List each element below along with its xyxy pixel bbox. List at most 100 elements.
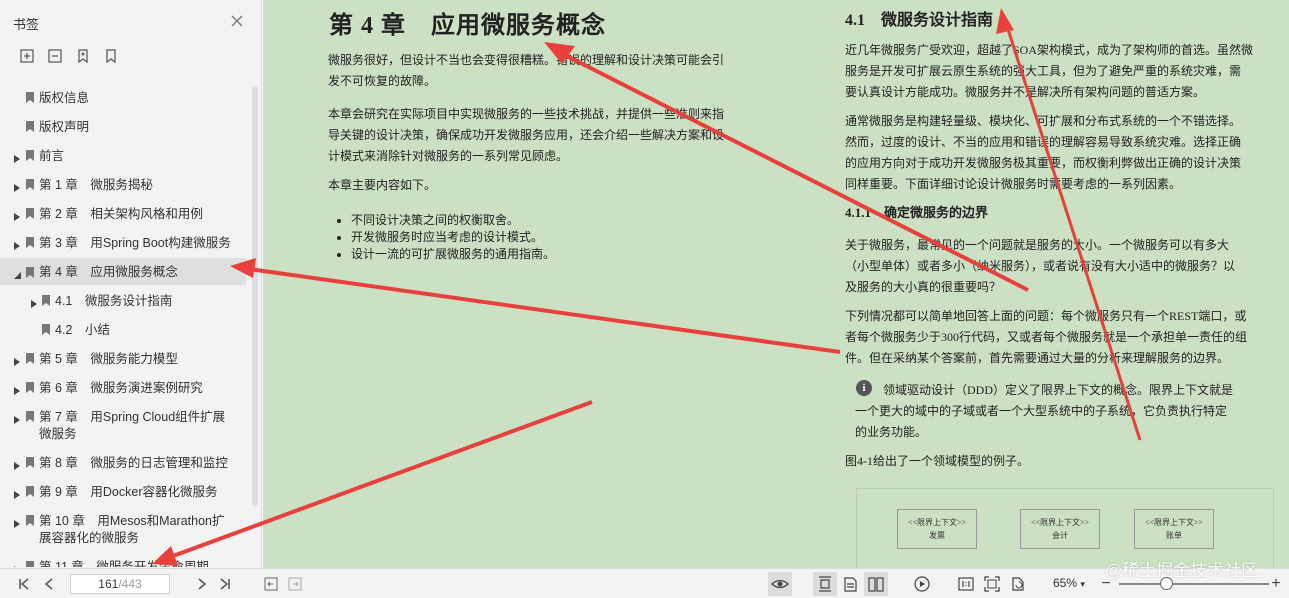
expand-arrow-icon[interactable] [31, 296, 37, 308]
back-icon[interactable] [262, 575, 280, 593]
prev-page-icon[interactable] [40, 575, 58, 593]
bookmark-panel: 书签 版权信息 版权声明 前言 第 1 章 微服务揭秘 第 2 章 相关架构风格… [0, 0, 262, 568]
expand-arrow-icon[interactable] [14, 209, 20, 221]
note-paragraph: 领域驱动设计（DDD）定义了限界上下文的概念。限界上下文就是 一个更大的域中的子… [855, 380, 1233, 443]
bullet-item: 设计一流的可扩展微服务的通用指南。 [351, 246, 555, 263]
bookmark-item[interactable]: 版权信息 [0, 88, 246, 109]
bookmark-item[interactable]: 第 11 章 微服务开发生命周期 [0, 557, 246, 567]
context-stereotype: <<限界上下文>> [907, 518, 967, 527]
rotate-icon[interactable] [1009, 575, 1027, 593]
context-name: 账单 [1166, 531, 1182, 540]
bookmark-item[interactable]: 第 6 章 微服务演进案例研究 [0, 378, 246, 399]
bookmark-label: 4.2 小结 [55, 323, 110, 337]
two-page-icon[interactable] [864, 572, 888, 596]
text-line: 一个更大的域中的子域或者一个大型系统中的子系统，它负责执行特定 [855, 404, 1228, 418]
expand-arrow-icon[interactable] [14, 180, 20, 192]
close-icon[interactable] [229, 13, 245, 29]
add-bookmark-icon[interactable] [74, 47, 92, 65]
bookmark-label: 版权信息 [39, 91, 90, 105]
bookmark-label: 版权声明 [39, 120, 90, 134]
text-line: 服务是开发可扩展云原生系统的强大工具，但为了避免严重的系统灾难，需 [845, 64, 1242, 78]
bookmark-item[interactable]: 第 10 章 用Mesos和Marathon扩 展容器化的微服务 [0, 511, 246, 549]
bookmark-item[interactable]: 第 3 章 用Spring Boot构建微服务 [0, 233, 246, 254]
bookmark-icon [26, 207, 34, 219]
text-line: 件。但在采纳某个答案前，首先需要通过大量的分析来理解服务的边界。 [845, 351, 1230, 365]
context-stereotype: <<限界上下文>> [1144, 518, 1204, 527]
bookmark-icon [26, 178, 34, 190]
bookmark-item[interactable]: 4.2 小结 [0, 320, 246, 341]
fit-page-icon[interactable] [983, 575, 1001, 593]
current-page: 161 [98, 577, 119, 591]
expand-arrow-icon[interactable] [14, 487, 20, 499]
text-line: （小型单体）或者多小（纳米服务），或者说有没有大小适中的微服务？以 [845, 259, 1236, 273]
next-page-icon[interactable] [193, 575, 211, 593]
bookmark-item[interactable]: 前言 [0, 146, 246, 167]
paragraph: 近几年微服务广受欢迎，超越了SOA架构模式，成为了架构师的首选。虽然微 服务是开… [845, 40, 1253, 103]
expand-arrow-icon[interactable] [14, 383, 20, 395]
bookmark-label: 前言 [39, 149, 65, 163]
expand-arrow-icon[interactable] [14, 562, 20, 567]
bookmark-icon [26, 236, 34, 248]
expand-arrow-icon[interactable] [14, 151, 20, 163]
text-line: 发不可恢复的故障。 [328, 74, 437, 88]
bookmark-label: 第 10 章 用Mesos和Marathon扩 [39, 514, 225, 528]
paragraph: 本章会研究在实际项目中实现微服务的一些技术挑战，并提供一些准则来指 导关键的设计… [328, 104, 724, 167]
text-line: 要认真设计方能成功。微服务并不是解决所有架构问题的普适方案。 [845, 85, 1206, 99]
collapse-arrow-icon[interactable] [14, 267, 21, 279]
text-line: 领域驱动设计（DDD）定义了限界上下文的概念。限界上下文就是 [883, 383, 1234, 397]
bookmark-item[interactable]: 版权声明 [0, 117, 246, 138]
chevron-down-icon: ▾ [1080, 579, 1085, 589]
expand-arrow-icon[interactable] [14, 412, 20, 424]
bookmark-item[interactable]: 第 9 章 用Docker容器化微服务 [0, 482, 246, 503]
bookmark-item[interactable]: 第 2 章 相关架构风格和用例 [0, 204, 246, 225]
zoom-slider-track[interactable] [1119, 583, 1269, 585]
bookmark-icon [42, 323, 50, 335]
figure-caption: 图4-1给出了一个领域模型的例子。 [845, 454, 1029, 468]
bookmark-icon[interactable] [102, 47, 120, 65]
single-page-icon[interactable] [813, 572, 837, 596]
bounded-context-box: <<限界上下文>> 会计 [1020, 509, 1100, 549]
total-pages: /443 [118, 577, 142, 591]
bookmark-item[interactable]: 4.1 微服务设计指南 [0, 291, 246, 312]
bookmark-label: 第 11 章 微服务开发生命周期 [39, 560, 209, 567]
bookmark-label-line2: 展容器化的微服务 [39, 531, 140, 545]
forward-icon[interactable] [286, 575, 304, 593]
document-view[interactable]: 第 4 章 应用微服务概念 微服务很好，但设计不当也会变得很糟糕。错误的理解和设… [263, 0, 1289, 568]
zoom-dropdown[interactable]: 65% ▾ [1053, 576, 1085, 590]
text-line: 近几年微服务广受欢迎，超越了SOA架构模式，成为了架构师的首选。虽然微 [845, 43, 1254, 57]
paragraph: 关于微服务，最常见的一个问题就是服务的大小。一个微服务可以有多大 （小型单体）或… [845, 235, 1235, 298]
zoom-in-icon[interactable]: + [1269, 575, 1283, 593]
collapse-all-icon[interactable] [46, 47, 64, 65]
page-number-input[interactable]: 161/443 [70, 574, 170, 594]
bookmark-item[interactable]: 第 1 章 微服务揭秘 [0, 175, 246, 196]
bottom-toolbar: 161/443 65% ▾ − + [0, 568, 1289, 598]
expand-arrow-icon[interactable] [14, 238, 20, 250]
expand-arrow-icon[interactable] [14, 458, 20, 470]
bookmark-label: 第 5 章 微服务能力模型 [39, 352, 178, 366]
expand-arrow-icon[interactable] [14, 516, 20, 528]
text-line: 同样重要。下面详细讨论设计微服务时需要考虑的一系列因素。 [845, 177, 1182, 191]
text-line: 本章会研究在实际项目中实现微服务的一些技术挑战，并提供一些准则来指 [328, 107, 725, 121]
expand-arrow-icon[interactable] [14, 354, 20, 366]
left-page: 第 4 章 应用微服务概念 微服务很好，但设计不当也会变得很糟糕。错误的理解和设… [263, 0, 783, 568]
bookmark-item[interactable]: 第 5 章 微服务能力模型 [0, 349, 246, 370]
sidebar-scrollbar[interactable] [252, 86, 258, 506]
bounded-context-box: <<限界上下文>> 发票 [897, 509, 977, 549]
actual-size-icon[interactable] [957, 575, 975, 593]
last-page-icon[interactable] [216, 575, 234, 593]
expand-all-icon[interactable] [18, 47, 36, 65]
bookmark-label: 第 8 章 微服务的日志管理和监控 [39, 456, 228, 470]
bookmark-item-active[interactable]: 第 4 章 应用微服务概念 [0, 258, 246, 285]
bookmark-icon [26, 485, 34, 497]
bookmark-label: 第 3 章 用Spring Boot构建微服务 [39, 236, 231, 250]
bullet-item: 开发微服务时应当考虑的设计模式。 [351, 229, 555, 246]
text-line: 通常微服务是构建轻量级、模块化、可扩展和分布式系统的一个不错选择。 [845, 114, 1242, 128]
paragraph: 通常微服务是构建轻量级、模块化、可扩展和分布式系统的一个不错选择。 然而，过度的… [845, 111, 1241, 195]
eye-protection-icon[interactable] [768, 572, 792, 596]
page-view-icon[interactable] [841, 575, 859, 593]
watermark: @稀土掘金技术社区 [1105, 561, 1259, 580]
bookmark-item[interactable]: 第 8 章 微服务的日志管理和监控 [0, 453, 246, 474]
bookmark-item[interactable]: 第 7 章 用Spring Cloud组件扩展 微服务 [0, 407, 246, 445]
first-page-icon[interactable] [15, 575, 33, 593]
play-icon[interactable] [913, 575, 931, 593]
